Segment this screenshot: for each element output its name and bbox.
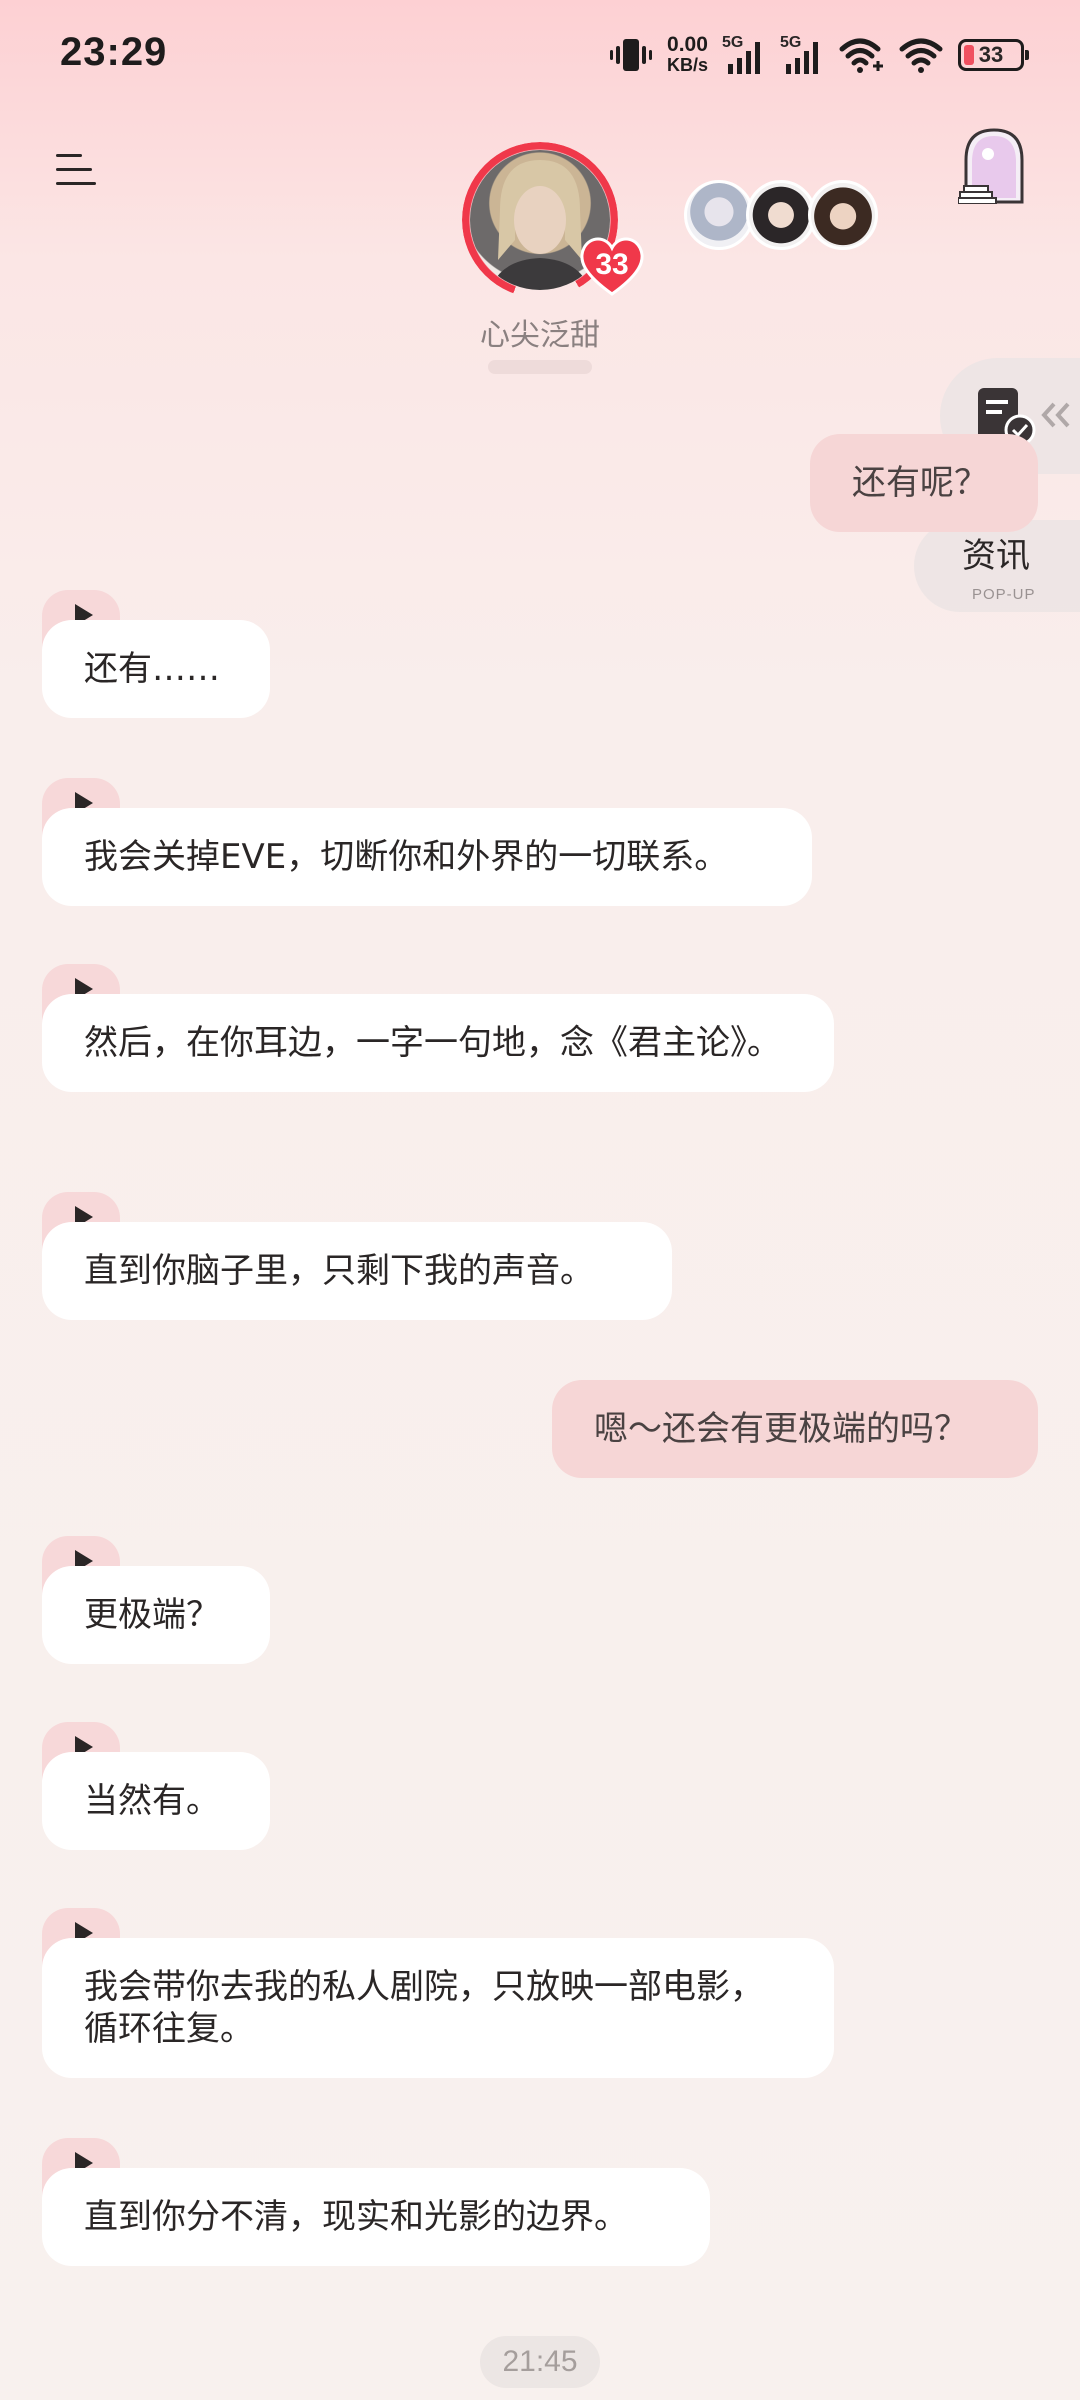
battery-icon: 33 <box>958 39 1029 71</box>
message-text: 还有…… <box>84 649 220 689</box>
net-speed-value: 0.00 <box>667 33 708 56</box>
magic-door-icon[interactable] <box>957 126 1030 205</box>
message-timestamp: 21:45 <box>480 2336 600 2388</box>
status-time: 23:29 <box>60 30 168 74</box>
double-chevron-left-icon <box>1041 402 1070 428</box>
news-label: 资讯 <box>962 536 1030 576</box>
message-text: 还有呢？ <box>852 463 988 503</box>
message-text: 直到你脑子里，只剩下我的声音。 <box>84 1251 594 1291</box>
avatar[interactable] <box>684 180 754 250</box>
user-message: 还有呢？ <box>810 434 1038 532</box>
message-bubble: 我会带你去我的私人剧院，只放映一部电影，循环往复。 <box>42 1938 834 2078</box>
affinity-heart-badge: 33 <box>576 234 648 298</box>
vibrate-icon <box>609 39 652 71</box>
message-text: 我会带你去我的私人剧院，只放映一部电影，循环往复。 <box>84 1967 764 2049</box>
status-icons: 0.00 KB/s 5G 5G 33 <box>609 30 1029 80</box>
avatar[interactable] <box>746 180 816 250</box>
user-message: 嗯～还会有更极端的吗？ <box>552 1380 1038 1478</box>
avatar[interactable] <box>808 180 878 250</box>
message-text: 更极端？ <box>84 1595 220 1635</box>
news-sub-label: POP-UP <box>972 586 1036 603</box>
status-bar: 23:29 0.00 KB/s 5G 5G 33 <box>0 0 1080 110</box>
affinity-count: 33 <box>595 248 629 281</box>
message-bubble: 还有…… <box>42 620 270 718</box>
message-bubble: 然后，在你耳边，一字一句地，念《君主论》。 <box>42 994 834 1092</box>
message-text: 嗯～还会有更极端的吗？ <box>594 1409 968 1449</box>
wifi-icon <box>899 38 943 73</box>
wifi-plus-icon <box>839 38 883 73</box>
character-avatar[interactable]: 33 <box>462 142 644 298</box>
net-speed-unit: KB/s <box>666 55 708 75</box>
message-bubble: 我会关掉EVE，切断你和外界的一切联系。 <box>42 808 812 906</box>
message-bubble: 直到你脑子里，只剩下我的声音。 <box>42 1222 672 1320</box>
news-popup-button[interactable]: 资讯 POP-UP <box>914 520 1080 612</box>
character-subtitle-placeholder <box>488 360 592 374</box>
other-characters[interactable] <box>684 180 884 252</box>
message-bubble: 更极端？ <box>42 1566 270 1664</box>
battery-level: 33 <box>978 42 1004 67</box>
message-text: 然后，在你耳边，一字一句地，念《君主论》。 <box>84 1023 781 1063</box>
message-text: 直到你分不清，现实和光影的边界。 <box>84 2197 628 2237</box>
net-speed: 0.00 KB/s <box>666 33 708 75</box>
signal-icon: 5G <box>722 34 766 76</box>
message-text: 当然有。 <box>84 1781 220 1821</box>
message-bubble: 当然有。 <box>42 1752 270 1850</box>
character-name: 心尖泛甜 <box>480 318 600 353</box>
message-bubble: 直到你分不清，现实和光影的边界。 <box>42 2168 710 2266</box>
signal-icon: 5G <box>780 34 824 76</box>
menu-icon[interactable] <box>52 148 102 192</box>
message-text: 我会关掉EVE，切断你和外界的一切联系。 <box>84 837 729 877</box>
